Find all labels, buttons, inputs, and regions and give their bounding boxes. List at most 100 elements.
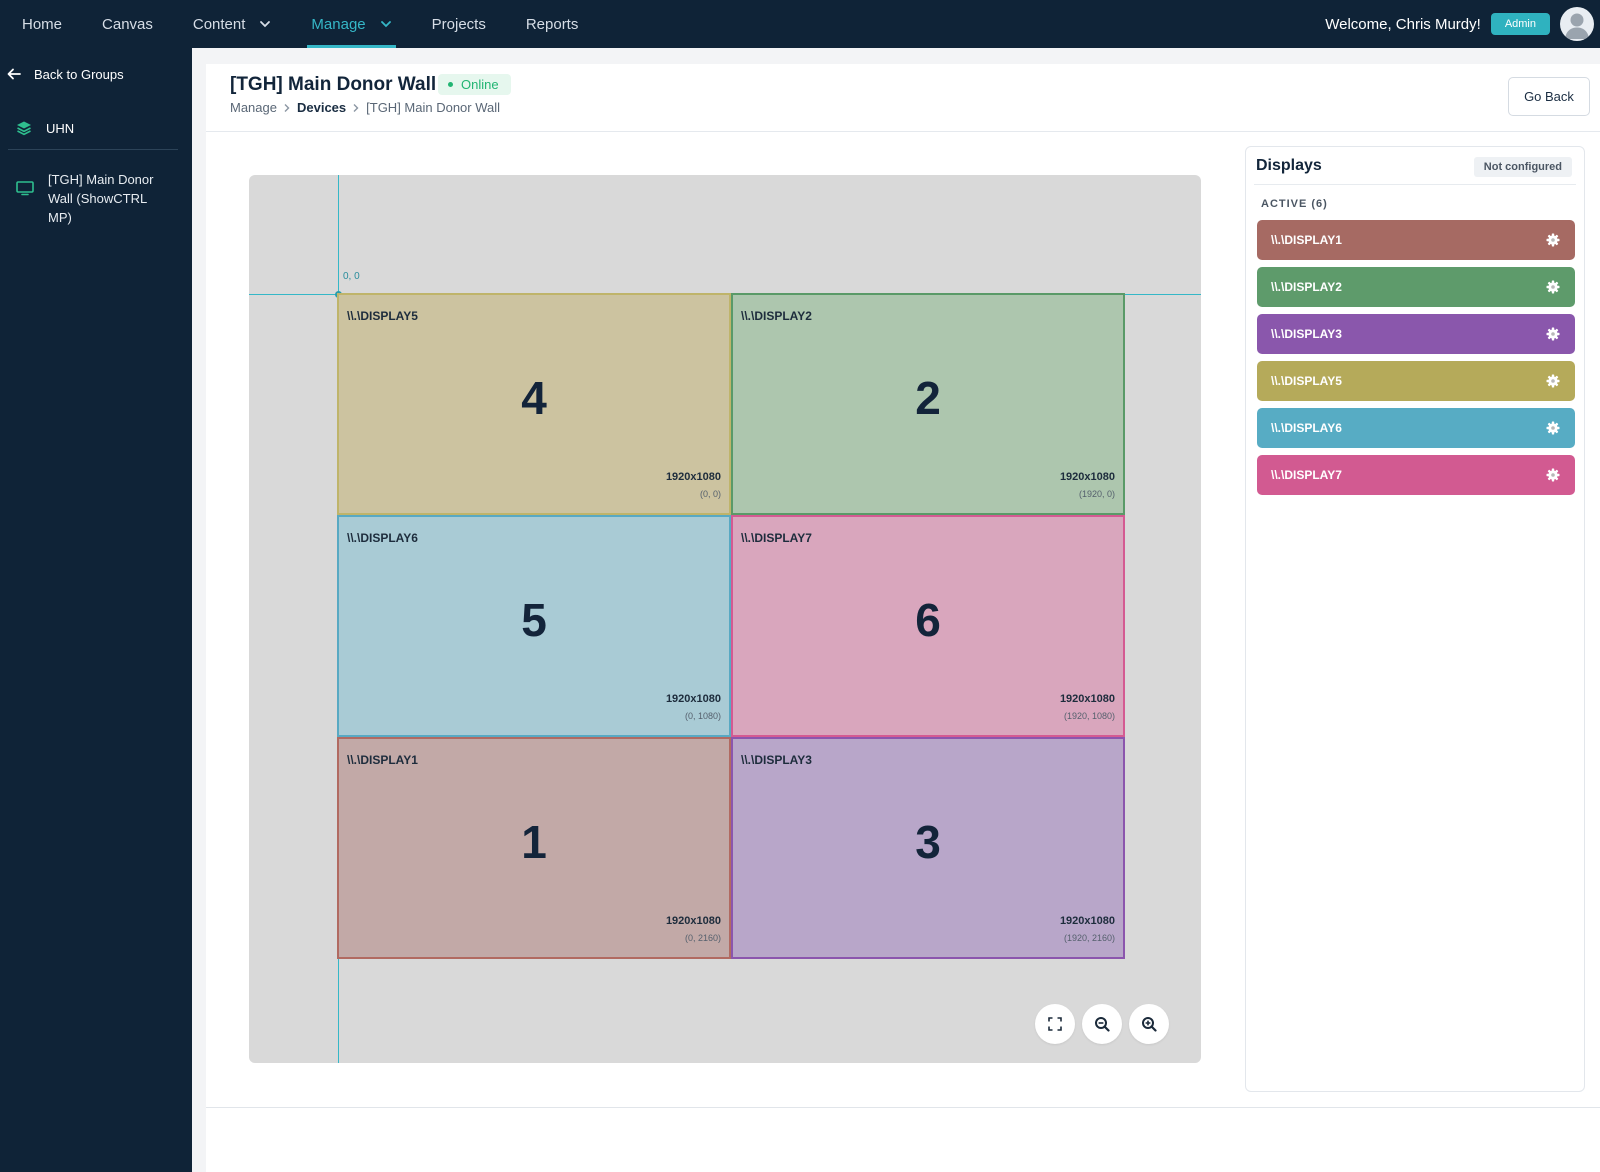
- monitor-icon: [16, 181, 34, 196]
- nav-reports[interactable]: Reports: [506, 0, 599, 48]
- display-list-item[interactable]: \\.\DISPLAY2: [1257, 267, 1575, 307]
- tile-number: 1: [521, 816, 547, 868]
- zoom-out-icon: [1095, 1017, 1110, 1032]
- sidebar-device-label: [TGH] Main Donor Wall (ShowCTRL MP): [48, 172, 154, 225]
- nav-manage-label: Manage: [311, 15, 366, 33]
- avatar[interactable]: [1560, 7, 1594, 41]
- gear-icon[interactable]: [1545, 326, 1561, 342]
- display-tile[interactable]: \\.\DISPLAY5 4 1920x1080 (0, 0): [337, 293, 731, 515]
- tile-position: (0, 2160): [684, 933, 721, 943]
- display-item-label: \\.\DISPLAY7: [1271, 468, 1342, 482]
- role-badge: Admin: [1490, 13, 1550, 35]
- user-area: Welcome, Chris Murdy! Admin: [1325, 0, 1600, 48]
- breadcrumb: Manage Devices [TGH] Main Donor Wall: [230, 100, 500, 115]
- tile-resolution: 1920x1080: [665, 471, 721, 483]
- back-to-groups-label: Back to Groups: [34, 66, 124, 82]
- gear-icon[interactable]: [1545, 232, 1561, 248]
- welcome-text: Welcome, Chris Murdy!: [1325, 15, 1481, 33]
- display-tile[interactable]: \\.\DISPLAY3 3 1920x1080 (1920, 2160): [731, 737, 1125, 959]
- status-label: Online: [461, 77, 499, 92]
- status-dot: [448, 82, 453, 87]
- display-layout-canvas[interactable]: 0, 0 \\.\DISPLAY5 4 1920x1080 (0, 0) \\.…: [249, 175, 1201, 1063]
- tile-display-name: \\.\DISPLAY7: [741, 531, 812, 545]
- breadcrumb-devices[interactable]: Devices: [297, 100, 346, 115]
- nav-projects[interactable]: Projects: [412, 0, 506, 48]
- gear-icon[interactable]: [1545, 420, 1561, 436]
- tile-number: 4: [521, 372, 547, 424]
- tile-number: 5: [521, 594, 547, 646]
- tile-number: 2: [915, 372, 941, 424]
- chevron-down-icon: [259, 18, 271, 30]
- zoom-out-button[interactable]: [1082, 1004, 1122, 1044]
- header-divider: [206, 131, 1600, 132]
- top-nav: Home Canvas Content Manage Projects Repo…: [0, 0, 1600, 48]
- tile-position: (1920, 1080): [1063, 711, 1115, 721]
- origin-label: 0, 0: [343, 271, 360, 282]
- breadcrumb-current: [TGH] Main Donor Wall: [366, 100, 501, 115]
- go-back-button[interactable]: Go Back: [1508, 77, 1590, 116]
- gear-icon[interactable]: [1545, 467, 1561, 483]
- tile-position: (1920, 2160): [1063, 933, 1115, 943]
- nav-reports-label: Reports: [525, 15, 579, 33]
- display-list-item[interactable]: \\.\DISPLAY6: [1257, 408, 1575, 448]
- display-tile[interactable]: \\.\DISPLAY7 6 1920x1080 (1920, 1080): [731, 515, 1125, 737]
- page-title: [TGH] Main Donor Wall: [230, 74, 437, 95]
- gear-icon[interactable]: [1545, 279, 1561, 295]
- arrow-left-icon: [7, 68, 21, 80]
- nav-home-label: Home: [22, 15, 63, 33]
- breadcrumb-manage[interactable]: Manage: [230, 100, 277, 115]
- nav-canvas-label: Canvas: [102, 15, 153, 33]
- back-to-groups-link[interactable]: Back to Groups: [6, 66, 124, 82]
- tile-resolution: 1920x1080: [665, 915, 721, 927]
- display-tile[interactable]: \\.\DISPLAY2 2 1920x1080 (1920, 0): [731, 293, 1125, 515]
- displays-panel: Displays Not configured ACTIVE (6) \\.\D…: [1245, 146, 1585, 1092]
- tile-display-name: \\.\DISPLAY6: [347, 531, 418, 545]
- fit-screen-icon: [1048, 1017, 1062, 1031]
- tile-display-name: \\.\DISPLAY3: [741, 753, 812, 767]
- nav-canvas[interactable]: Canvas: [82, 0, 173, 48]
- sidebar-divider: [8, 149, 178, 150]
- main-content: [TGH] Main Donor Wall Online Manage Devi…: [206, 64, 1600, 1107]
- tile-position: (0, 0): [699, 489, 721, 499]
- nav-projects-label: Projects: [431, 15, 486, 33]
- user-avatar-icon: [1565, 13, 1589, 39]
- chevron-right-icon: [283, 103, 291, 113]
- display-list-item[interactable]: \\.\DISPLAY3: [1257, 314, 1575, 354]
- bottom-strip: [206, 1107, 1600, 1172]
- tile-resolution: 1920x1080: [1059, 693, 1115, 705]
- display-item-label: \\.\DISPLAY6: [1271, 421, 1342, 435]
- layers-icon: [17, 121, 31, 136]
- nav-home[interactable]: Home: [0, 0, 82, 48]
- display-list-item[interactable]: \\.\DISPLAY7: [1257, 455, 1575, 495]
- tile-display-name: \\.\DISPLAY2: [741, 309, 812, 323]
- tile-resolution: 1920x1080: [1059, 471, 1115, 483]
- nav-content[interactable]: Content: [173, 0, 292, 48]
- tile-number: 3: [915, 816, 941, 868]
- tile-position: (0, 1080): [684, 711, 721, 721]
- fit-screen-button[interactable]: [1035, 1004, 1075, 1044]
- sidebar-device-item[interactable]: [TGH] Main Donor Wall (ShowCTRL MP): [16, 170, 186, 227]
- display-item-label: \\.\DISPLAY1: [1271, 233, 1342, 247]
- sidebar: Back to Groups UHN [TGH] Main Donor Wall…: [0, 48, 192, 1172]
- displays-panel-title: Displays: [1256, 157, 1322, 174]
- chevron-down-icon: [380, 18, 392, 30]
- nav-content-label: Content: [192, 15, 246, 33]
- group-item[interactable]: UHN: [16, 120, 74, 136]
- display-item-label: \\.\DISPLAY3: [1271, 327, 1342, 341]
- panel-divider: [1254, 184, 1576, 185]
- display-list-item[interactable]: \\.\DISPLAY5: [1257, 361, 1575, 401]
- zoom-in-button[interactable]: [1129, 1004, 1169, 1044]
- active-displays-label: ACTIVE (6): [1261, 198, 1328, 210]
- tile-resolution: 1920x1080: [1059, 915, 1115, 927]
- chevron-right-icon: [352, 103, 360, 113]
- display-item-label: \\.\DISPLAY5: [1271, 374, 1342, 388]
- display-list-item[interactable]: \\.\DISPLAY1: [1257, 220, 1575, 260]
- nav-manage[interactable]: Manage: [291, 0, 411, 48]
- display-item-label: \\.\DISPLAY2: [1271, 280, 1342, 294]
- status-badge: Online: [438, 74, 511, 95]
- group-name: UHN: [46, 120, 75, 136]
- gear-icon[interactable]: [1545, 373, 1561, 389]
- display-tile[interactable]: \\.\DISPLAY6 5 1920x1080 (0, 1080): [337, 515, 731, 737]
- display-tile[interactable]: \\.\DISPLAY1 1 1920x1080 (0, 2160): [337, 737, 731, 959]
- configuration-status-badge: Not configured: [1473, 157, 1572, 177]
